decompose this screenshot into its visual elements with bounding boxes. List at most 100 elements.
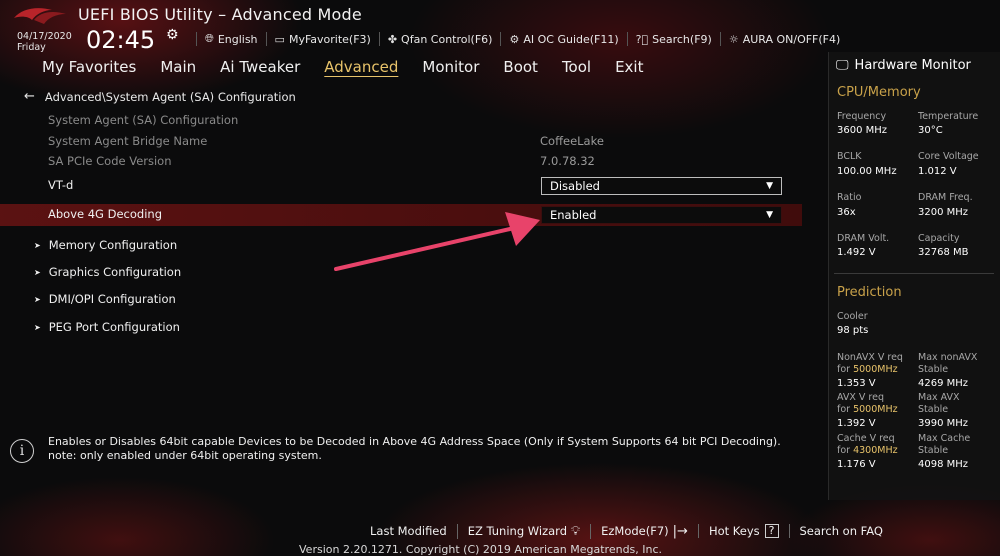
nonavx-value: 1.353 V: [837, 378, 876, 389]
favorite-icon: ▭: [274, 32, 285, 46]
capacity-label: Capacity: [918, 233, 960, 244]
avx-freq: 5000MHz: [853, 404, 898, 415]
vtd-select[interactable]: Disabled ▼: [541, 177, 782, 195]
cooler-label: Cooler: [837, 311, 868, 322]
chevron-right-icon: ➤: [34, 294, 41, 304]
aura-icon: ☼: [728, 32, 739, 46]
tab-tool[interactable]: Tool: [550, 58, 603, 76]
for-text: for: [837, 404, 851, 415]
cache-for: for 4300MHz: [837, 445, 898, 456]
for-text: for: [837, 364, 851, 375]
max-avx-stable: Stable: [918, 404, 949, 415]
max-avx-label: Max AVX: [918, 392, 960, 403]
submenu-label: Memory Configuration: [48, 238, 178, 252]
tab-main[interactable]: Main: [148, 58, 208, 76]
max-cache-label: Max Cache: [918, 433, 971, 444]
max-nonavx-stable: Stable: [918, 364, 949, 375]
date-text: 04/17/2020: [17, 31, 72, 42]
prediction-heading: Prediction: [837, 285, 902, 300]
above-4g-select[interactable]: Enabled ▼: [541, 206, 782, 224]
bridge-name-label: System Agent Bridge Name: [48, 134, 208, 148]
cooler-value: 98 pts: [837, 325, 869, 336]
ratio-value: 36x: [837, 207, 856, 218]
pcie-version-value: 7.0.78.32: [540, 154, 595, 168]
ezmode-button[interactable]: EzMode(F7) |→: [590, 523, 698, 539]
ez-tuning-wizard-button[interactable]: EZ Tuning Wizard 💡︎: [456, 523, 590, 539]
ai-oc-label: AI OC Guide(F11): [523, 32, 619, 46]
avx-value: 1.392 V: [837, 418, 876, 429]
nonavx-freq: 5000MHz: [853, 364, 898, 375]
submenu-graphics-configuration[interactable]: ➤ Graphics Configuration: [34, 265, 181, 279]
chevron-down-icon: ▼: [766, 181, 773, 191]
frequency-value: 3600 MHz: [837, 125, 888, 136]
language-label: English: [217, 32, 258, 46]
info-icon: i: [10, 439, 34, 463]
hot-keys-button[interactable]: Hot Keys ?: [697, 524, 789, 538]
core-voltage-value: 1.012 V: [918, 166, 957, 177]
fan-icon: ✤: [387, 32, 398, 46]
tab-boot[interactable]: Boot: [491, 58, 550, 76]
breadcrumb-text: Advanced\System Agent (SA) Configuration: [44, 89, 296, 104]
day-text: Friday: [17, 42, 46, 53]
tab-ai-tweaker[interactable]: Ai Tweaker: [208, 58, 312, 76]
breadcrumb: ← Advanced\System Agent (SA) Configurati…: [24, 89, 296, 104]
chevron-down-icon: ▼: [766, 210, 773, 220]
ai-oc-guide-button[interactable]: ⚙ AI OC Guide(F11): [500, 32, 626, 46]
language-button[interactable]: 🌐︎ English: [196, 32, 266, 46]
nonavx-for: for 5000MHz: [837, 364, 898, 375]
capacity-value: 32768 MB: [918, 247, 969, 258]
avx-label: AVX V req: [837, 392, 885, 403]
cache-freq: 4300MHz: [853, 445, 898, 456]
submenu-memory-configuration[interactable]: ➤ Memory Configuration: [34, 238, 177, 252]
submenu-label: DMI/OPI Configuration: [48, 292, 176, 306]
tab-exit[interactable]: Exit: [603, 58, 655, 76]
chevron-right-icon: ➤: [34, 267, 41, 277]
max-nonavx-value: 4269 MHz: [918, 378, 969, 389]
max-avx-value: 3990 MHz: [918, 418, 969, 429]
rog-logo-icon: [14, 8, 66, 24]
last-modified-button[interactable]: Last Modified: [360, 524, 457, 538]
bridge-name-value: CoffeeLake: [540, 134, 604, 148]
myfavorite-button[interactable]: ▭ MyFavorite(F3): [265, 32, 379, 46]
dram-volt-label: DRAM Volt.: [837, 233, 890, 244]
aura-label: AURA ON/OFF(F4): [742, 32, 841, 46]
help-description: Enables or Disables 64bit capable Device…: [48, 435, 808, 463]
temperature-label: Temperature: [918, 111, 979, 122]
myfavorite-label: MyFavorite(F3): [288, 32, 371, 46]
submenu-dmi-opi-configuration[interactable]: ➤ DMI/OPI Configuration: [34, 292, 176, 306]
tab-monitor[interactable]: Monitor: [410, 58, 491, 76]
avx-for: for 5000MHz: [837, 404, 898, 415]
cache-value: 1.176 V: [837, 459, 876, 470]
qfan-control-button[interactable]: ✤ Qfan Control(F6): [378, 32, 501, 46]
search-faq-button[interactable]: Search on FAQ: [788, 524, 893, 538]
vtd-label: VT-d: [48, 178, 74, 192]
submenu-peg-port-configuration[interactable]: ➤ PEG Port Configuration: [34, 320, 180, 334]
app-title: UEFI BIOS Utility – Advanced Mode: [78, 5, 362, 24]
ai-oc-icon: ⚙: [509, 32, 520, 46]
help-line-1: Enables or Disables 64bit capable Device…: [48, 435, 781, 448]
qfan-label: Qfan Control(F6): [401, 32, 493, 46]
hot-keys-label: Hot Keys: [708, 524, 760, 538]
vtd-select-value: Disabled: [550, 179, 600, 193]
back-arrow-icon[interactable]: ←: [24, 89, 35, 104]
search-button[interactable]: ?⃞ Search(F9): [626, 32, 720, 46]
exit-arrow-icon: |→: [672, 523, 688, 539]
bottom-bar: Last Modified EZ Tuning Wizard 💡︎ EzMode…: [360, 522, 893, 540]
clock-settings-gear-icon[interactable]: ⚙: [166, 27, 179, 43]
ezmode-label: EzMode(F7): [601, 524, 669, 538]
max-nonavx-label: Max nonAVX: [918, 352, 978, 363]
tab-my-favorites[interactable]: My Favorites: [30, 58, 148, 76]
aura-button[interactable]: ☼ AURA ON/OFF(F4): [719, 32, 848, 46]
sa-config-heading: System Agent (SA) Configuration: [48, 113, 239, 127]
tab-advanced[interactable]: Advanced: [312, 58, 410, 76]
help-key-icon: ?: [764, 524, 779, 538]
main-menu: My Favorites Main Ai Tweaker Advanced Mo…: [30, 58, 655, 76]
dram-freq-value: 3200 MHz: [918, 207, 969, 218]
ratio-label: Ratio: [837, 192, 862, 203]
above-4g-label[interactable]: Above 4G Decoding: [48, 207, 162, 221]
chevron-right-icon: ➤: [34, 240, 41, 250]
nonavx-label: NonAVX V req: [837, 352, 903, 363]
chevron-right-icon: ➤: [34, 322, 41, 332]
dram-volt-value: 1.492 V: [837, 247, 876, 258]
cache-label: Cache V req: [837, 433, 895, 444]
